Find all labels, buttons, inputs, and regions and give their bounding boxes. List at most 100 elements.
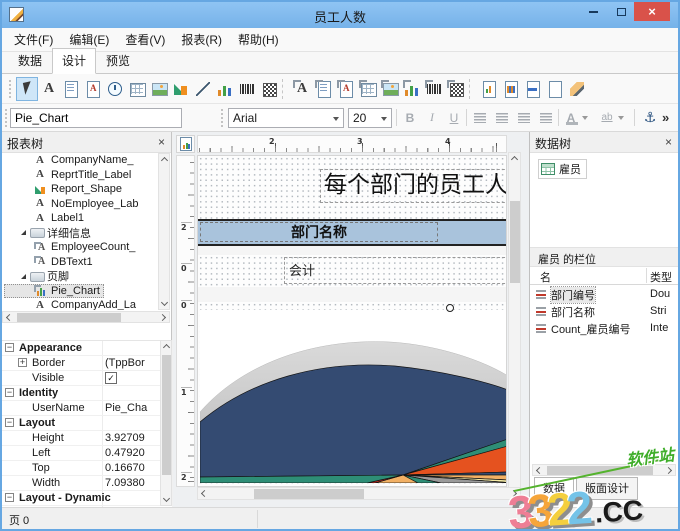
scrollbar-thumb[interactable] bbox=[254, 489, 364, 499]
column-name-header[interactable]: 名 bbox=[540, 269, 551, 285]
tool-button[interactable] bbox=[214, 77, 236, 101]
tool-button[interactable] bbox=[236, 77, 258, 101]
collapse-icon[interactable]: − bbox=[5, 418, 14, 427]
justify-button[interactable] bbox=[536, 107, 556, 128]
italic-button[interactable]: I bbox=[422, 107, 442, 128]
property-row[interactable]: − + Appearance bbox=[2, 341, 172, 356]
tool-button[interactable] bbox=[522, 77, 544, 101]
close-panel-button[interactable]: × bbox=[665, 135, 672, 149]
property-value[interactable]: 0.47920 bbox=[105, 447, 158, 459]
footer-band[interactable] bbox=[198, 302, 506, 486]
property-value[interactable]: 3.92709 bbox=[105, 432, 158, 444]
selected-object-input[interactable] bbox=[10, 108, 182, 128]
property-row[interactable]: − + Border (TppBor bbox=[2, 356, 172, 371]
report-page[interactable]: 每个部门的员工人数 部门名称 会计 bbox=[197, 155, 507, 487]
tool-button[interactable] bbox=[478, 77, 500, 101]
data-tree-tab[interactable]: 数据 bbox=[534, 477, 574, 500]
tool-button[interactable] bbox=[500, 77, 522, 101]
align-left-button[interactable] bbox=[470, 107, 490, 128]
font-color-dropdown[interactable] bbox=[580, 107, 590, 128]
anchor-button[interactable]: ⚓ bbox=[640, 107, 660, 128]
tree-vertical-scrollbar[interactable] bbox=[158, 153, 170, 310]
tree-horizontal-scrollbar[interactable] bbox=[2, 311, 170, 323]
property-value[interactable]: 0.16670 bbox=[105, 462, 158, 474]
expand-icon[interactable]: + bbox=[18, 358, 27, 367]
property-value[interactable]: 7.09380 bbox=[105, 477, 158, 489]
scroll-right-icon[interactable] bbox=[509, 489, 518, 498]
tool-button[interactable] bbox=[192, 77, 214, 101]
property-row[interactable]: − + Identity bbox=[2, 386, 172, 401]
table-node[interactable]: 雇员 bbox=[538, 159, 587, 179]
highlight-dropdown[interactable] bbox=[616, 107, 626, 128]
design-vertical-scrollbar[interactable] bbox=[508, 152, 521, 497]
scroll-right-icon[interactable] bbox=[158, 313, 167, 322]
column-header-label[interactable]: 部门名称 bbox=[200, 222, 438, 242]
tool-button[interactable] bbox=[258, 77, 280, 101]
tree-item[interactable]: CompanyAdd_La bbox=[4, 298, 140, 310]
properties-vertical-scrollbar[interactable] bbox=[160, 340, 172, 506]
scroll-up-icon[interactable] bbox=[162, 343, 171, 352]
tree-item[interactable]: Report_Shape bbox=[4, 182, 126, 197]
detail-dbtext[interactable]: 会计 bbox=[284, 257, 506, 284]
property-value[interactable]: (TppBor bbox=[105, 357, 158, 369]
scrollbar-thumb[interactable] bbox=[162, 355, 171, 475]
bold-button[interactable]: B bbox=[400, 107, 420, 128]
view-tab[interactable]: 数据 bbox=[8, 48, 52, 74]
align-right-button[interactable] bbox=[514, 107, 534, 128]
close-button[interactable]: × bbox=[634, 2, 670, 21]
tool-button[interactable] bbox=[423, 77, 445, 101]
menu-item[interactable]: 报表(R) bbox=[173, 28, 230, 51]
toolbar-grip[interactable] bbox=[220, 108, 225, 128]
property-value[interactable]: Pie_Cha bbox=[105, 402, 158, 414]
tool-button[interactable] bbox=[445, 77, 467, 101]
tree-item[interactable]: ReprtTitle_Label bbox=[4, 168, 135, 183]
design-horizontal-scrollbar[interactable] bbox=[197, 487, 521, 500]
collapse-icon[interactable]: − bbox=[5, 493, 14, 502]
detail-band[interactable]: 会计 bbox=[198, 255, 506, 287]
tool-button[interactable] bbox=[282, 78, 289, 99]
report-title-label[interactable]: 每个部门的员工人数 bbox=[320, 169, 506, 203]
tool-button[interactable] bbox=[82, 77, 104, 101]
property-row[interactable]: − + Width 7.09380 bbox=[2, 476, 172, 491]
tool-button[interactable] bbox=[38, 77, 60, 101]
tool-button[interactable] bbox=[60, 77, 82, 101]
property-row[interactable]: − + UserName Pie_Cha bbox=[2, 401, 172, 416]
tool-button[interactable] bbox=[469, 78, 476, 99]
toolbar-overflow-button[interactable]: » bbox=[662, 110, 669, 125]
scrollbar-thumb[interactable] bbox=[17, 313, 121, 322]
scroll-up-icon[interactable] bbox=[510, 155, 519, 164]
chevron-down-icon[interactable] bbox=[381, 117, 387, 121]
font-color-button[interactable]: A bbox=[562, 107, 580, 128]
property-row[interactable]: − + Layout - Dynamic bbox=[2, 491, 172, 506]
tree-item[interactable]: CompanyName_ bbox=[4, 153, 138, 168]
highlight-button[interactable]: ab bbox=[598, 107, 616, 128]
tree-item[interactable]: Label1 bbox=[4, 211, 88, 226]
pie-chart-object[interactable] bbox=[199, 310, 506, 484]
tree-item[interactable]: DBText1 bbox=[4, 255, 97, 270]
tool-button[interactable] bbox=[313, 77, 335, 101]
checkbox[interactable]: ✓ bbox=[105, 372, 117, 384]
expand-triangle-icon[interactable] bbox=[21, 230, 26, 236]
align-center-button[interactable] bbox=[492, 107, 512, 128]
scroll-left-icon[interactable] bbox=[535, 466, 544, 475]
tree-item[interactable]: EmployeeCount_ bbox=[4, 240, 139, 255]
tool-button[interactable] bbox=[566, 77, 588, 101]
field-row[interactable]: 部门编号 Dou bbox=[530, 285, 678, 304]
tool-button[interactable] bbox=[379, 77, 401, 101]
tool-button[interactable] bbox=[401, 77, 423, 101]
tree-item[interactable]: 页脚 bbox=[4, 269, 73, 284]
view-tab[interactable]: 预览 bbox=[96, 48, 140, 74]
header-band[interactable]: 每个部门的员工人数 bbox=[198, 156, 506, 219]
field-row[interactable]: Count_雇员编号 Inte bbox=[530, 320, 678, 337]
tool-button[interactable] bbox=[104, 77, 126, 101]
column-type-header[interactable]: 类型 bbox=[650, 269, 674, 285]
view-tab[interactable]: 设计 bbox=[52, 48, 97, 74]
scroll-down-icon[interactable] bbox=[162, 494, 171, 503]
collapse-icon[interactable]: − bbox=[5, 388, 14, 397]
tool-button[interactable] bbox=[544, 77, 566, 101]
tool-button[interactable] bbox=[16, 76, 38, 101]
scrollbar-thumb[interactable] bbox=[547, 466, 653, 475]
scroll-left-icon[interactable] bbox=[5, 313, 14, 322]
property-row[interactable]: − + Visible ✓ bbox=[2, 371, 172, 386]
data-tree-horizontal-scrollbar[interactable] bbox=[532, 464, 676, 476]
